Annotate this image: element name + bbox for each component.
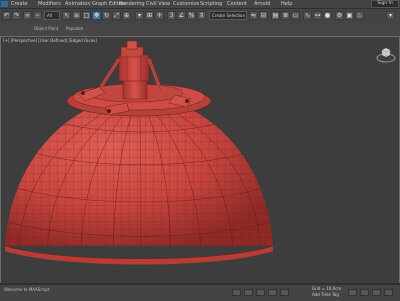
rotate-icon: ↻ bbox=[103, 12, 110, 19]
perspective-viewport[interactable] bbox=[0, 36, 400, 284]
ribbon-toggle-button[interactable]: ▭ bbox=[291, 11, 300, 20]
add-time-tag[interactable]: Add Time Tag bbox=[312, 292, 339, 297]
select-object-button[interactable]: ↖ bbox=[62, 11, 71, 20]
maxscript-listener[interactable]: Welcome to MAXScript. bbox=[4, 287, 51, 292]
align-icon: ⊟ bbox=[260, 12, 267, 19]
menu-arnold[interactable]: Arnold bbox=[254, 1, 281, 7]
place-icon: ⊕ bbox=[123, 12, 130, 19]
pivot-icon: ⊞ bbox=[146, 12, 153, 19]
menu-create[interactable]: Create bbox=[11, 1, 38, 7]
material-editor-button[interactable]: ● bbox=[323, 11, 332, 20]
select-by-name-button[interactable]: ≡ bbox=[72, 11, 81, 20]
absolute-mode-button[interactable] bbox=[244, 289, 253, 296]
main-toolbar: ↶ ↷ ∞ ~ All ↖ ≡ □ ✥ ↻ ⤢ ⊕ ▾ ⊞ ✛ 3 ∠ % ⇕ … bbox=[0, 9, 400, 25]
scale-icon: ⤢ bbox=[114, 12, 119, 19]
frame-window-icon: ▣ bbox=[346, 12, 353, 19]
ribbon-icon: ▭ bbox=[292, 12, 299, 19]
link-icon: ∞ bbox=[25, 12, 30, 19]
selection-filter-dropdown[interactable]: All bbox=[44, 11, 60, 20]
snaps-toggle-button[interactable]: 3 bbox=[167, 11, 176, 20]
menu-customize[interactable]: Customize bbox=[173, 1, 200, 7]
viewport-canvas bbox=[4, 40, 274, 265]
sign-in-button[interactable]: Sign In bbox=[371, 0, 399, 8]
teapot-icon: ♨ bbox=[356, 12, 363, 19]
place-button[interactable]: ⊕ bbox=[122, 11, 131, 20]
menu-animation[interactable]: Animation bbox=[65, 1, 92, 7]
percent-icon: % bbox=[188, 12, 195, 19]
orbit-button[interactable] bbox=[384, 289, 393, 296]
spinner-icon: ⇕ bbox=[198, 12, 205, 19]
layers-icon: ≣ bbox=[282, 12, 289, 19]
menu-content[interactable]: Content bbox=[227, 1, 254, 7]
workspace-menu-button[interactable]: ▾ bbox=[386, 11, 395, 20]
move-icon: ✥ bbox=[93, 12, 100, 19]
render-setup-icon: ⚙ bbox=[336, 12, 343, 19]
link-button[interactable]: ∞ bbox=[23, 11, 32, 20]
ribbon-tab-object-paint[interactable]: Object Paint bbox=[34, 26, 58, 31]
undo-icon: ↶ bbox=[3, 12, 10, 19]
coord-z-field[interactable] bbox=[280, 289, 289, 296]
grid-size-readout: Grid = 10.0cm bbox=[312, 286, 342, 291]
angle-snap-icon: ∠ bbox=[178, 12, 185, 19]
play-button[interactable] bbox=[348, 289, 357, 296]
region-select-button[interactable]: □ bbox=[82, 11, 91, 20]
viewcube-icon[interactable] bbox=[376, 44, 396, 64]
coord-y-field[interactable] bbox=[268, 289, 277, 296]
lamp-cap bbox=[66, 40, 212, 117]
select-manipulate-button[interactable]: ✛ bbox=[155, 11, 164, 20]
curve-icon: ∿ bbox=[304, 12, 311, 19]
viewport-label[interactable]: [+] [Perspective] [User Defined] [Edged … bbox=[3, 38, 97, 43]
menu-bar: Create Modifiers Animation Graph Editors… bbox=[0, 0, 400, 9]
mirror-icon: ⇋ bbox=[250, 12, 257, 19]
workspace-icon: ▾ bbox=[388, 12, 392, 19]
menu-rendering[interactable]: Rendering bbox=[119, 1, 146, 7]
layer-explorer-button[interactable]: ≣ bbox=[281, 11, 290, 20]
coord-x-field[interactable] bbox=[256, 289, 265, 296]
mirror-button[interactable]: ⇋ bbox=[249, 11, 258, 20]
view-icon: ▾ bbox=[137, 12, 141, 19]
ribbon-tab-populate[interactable]: Populate bbox=[66, 26, 83, 31]
menu-help[interactable]: Help bbox=[281, 1, 308, 7]
curve-editor-button[interactable]: ∿ bbox=[303, 11, 312, 20]
select-rotate-button[interactable]: ↻ bbox=[102, 11, 111, 20]
app-logo-icon[interactable] bbox=[1, 1, 8, 7]
zoom-extents-button[interactable] bbox=[372, 289, 381, 296]
schematic-view-button[interactable]: ⊶ bbox=[313, 11, 322, 20]
list-icon: ≡ bbox=[73, 12, 80, 19]
menu-modifiers[interactable]: Modifiers bbox=[38, 1, 65, 7]
angle-snap-button[interactable]: ∠ bbox=[177, 11, 186, 20]
spinner-snap-button[interactable]: ⇕ bbox=[197, 11, 206, 20]
bind-spacewarp-button[interactable]: ~ bbox=[33, 11, 42, 20]
align-button[interactable]: ⊟ bbox=[259, 11, 268, 20]
view-dropdown-button[interactable]: ▾ bbox=[135, 11, 144, 20]
manipulate-icon: ✛ bbox=[156, 12, 163, 19]
menu-graph-editors[interactable]: Graph Editors bbox=[92, 1, 126, 7]
schematic-icon: ⊶ bbox=[314, 12, 321, 19]
select-scale-button[interactable]: ⤢ bbox=[112, 11, 121, 20]
spacewarp-icon: ~ bbox=[34, 12, 41, 19]
cursor-icon: ↖ bbox=[63, 12, 70, 19]
redo-button[interactable]: ↷ bbox=[12, 11, 21, 20]
select-move-button[interactable]: ✥ bbox=[92, 11, 101, 20]
explorer-icon: ▤ bbox=[272, 12, 279, 19]
percent-snap-button[interactable]: % bbox=[187, 11, 196, 20]
pivot-center-button[interactable]: ⊞ bbox=[145, 11, 154, 20]
rendered-frame-window-button[interactable]: ▣ bbox=[345, 11, 354, 20]
menu-items: Create Modifiers Animation Graph Editors… bbox=[11, 1, 371, 7]
redo-icon: ↷ bbox=[13, 12, 20, 19]
next-frame-button[interactable] bbox=[360, 289, 369, 296]
lock-selection-button[interactable] bbox=[232, 289, 241, 296]
render-setup-button[interactable]: ⚙ bbox=[335, 11, 344, 20]
menu-scripting[interactable]: Scripting bbox=[200, 1, 227, 7]
named-selection-sets-dropdown[interactable]: Create Selection Se bbox=[209, 11, 247, 20]
render-production-button[interactable]: ♨ bbox=[355, 11, 364, 20]
material-sphere-icon: ● bbox=[324, 12, 331, 19]
undo-button[interactable]: ↶ bbox=[2, 11, 11, 20]
scene-explorer-button[interactable]: ▤ bbox=[271, 11, 280, 20]
menu-civil-view[interactable]: Civil View bbox=[146, 1, 173, 7]
rectangle-select-icon: □ bbox=[83, 12, 90, 19]
magnet-icon: 3 bbox=[169, 12, 174, 19]
